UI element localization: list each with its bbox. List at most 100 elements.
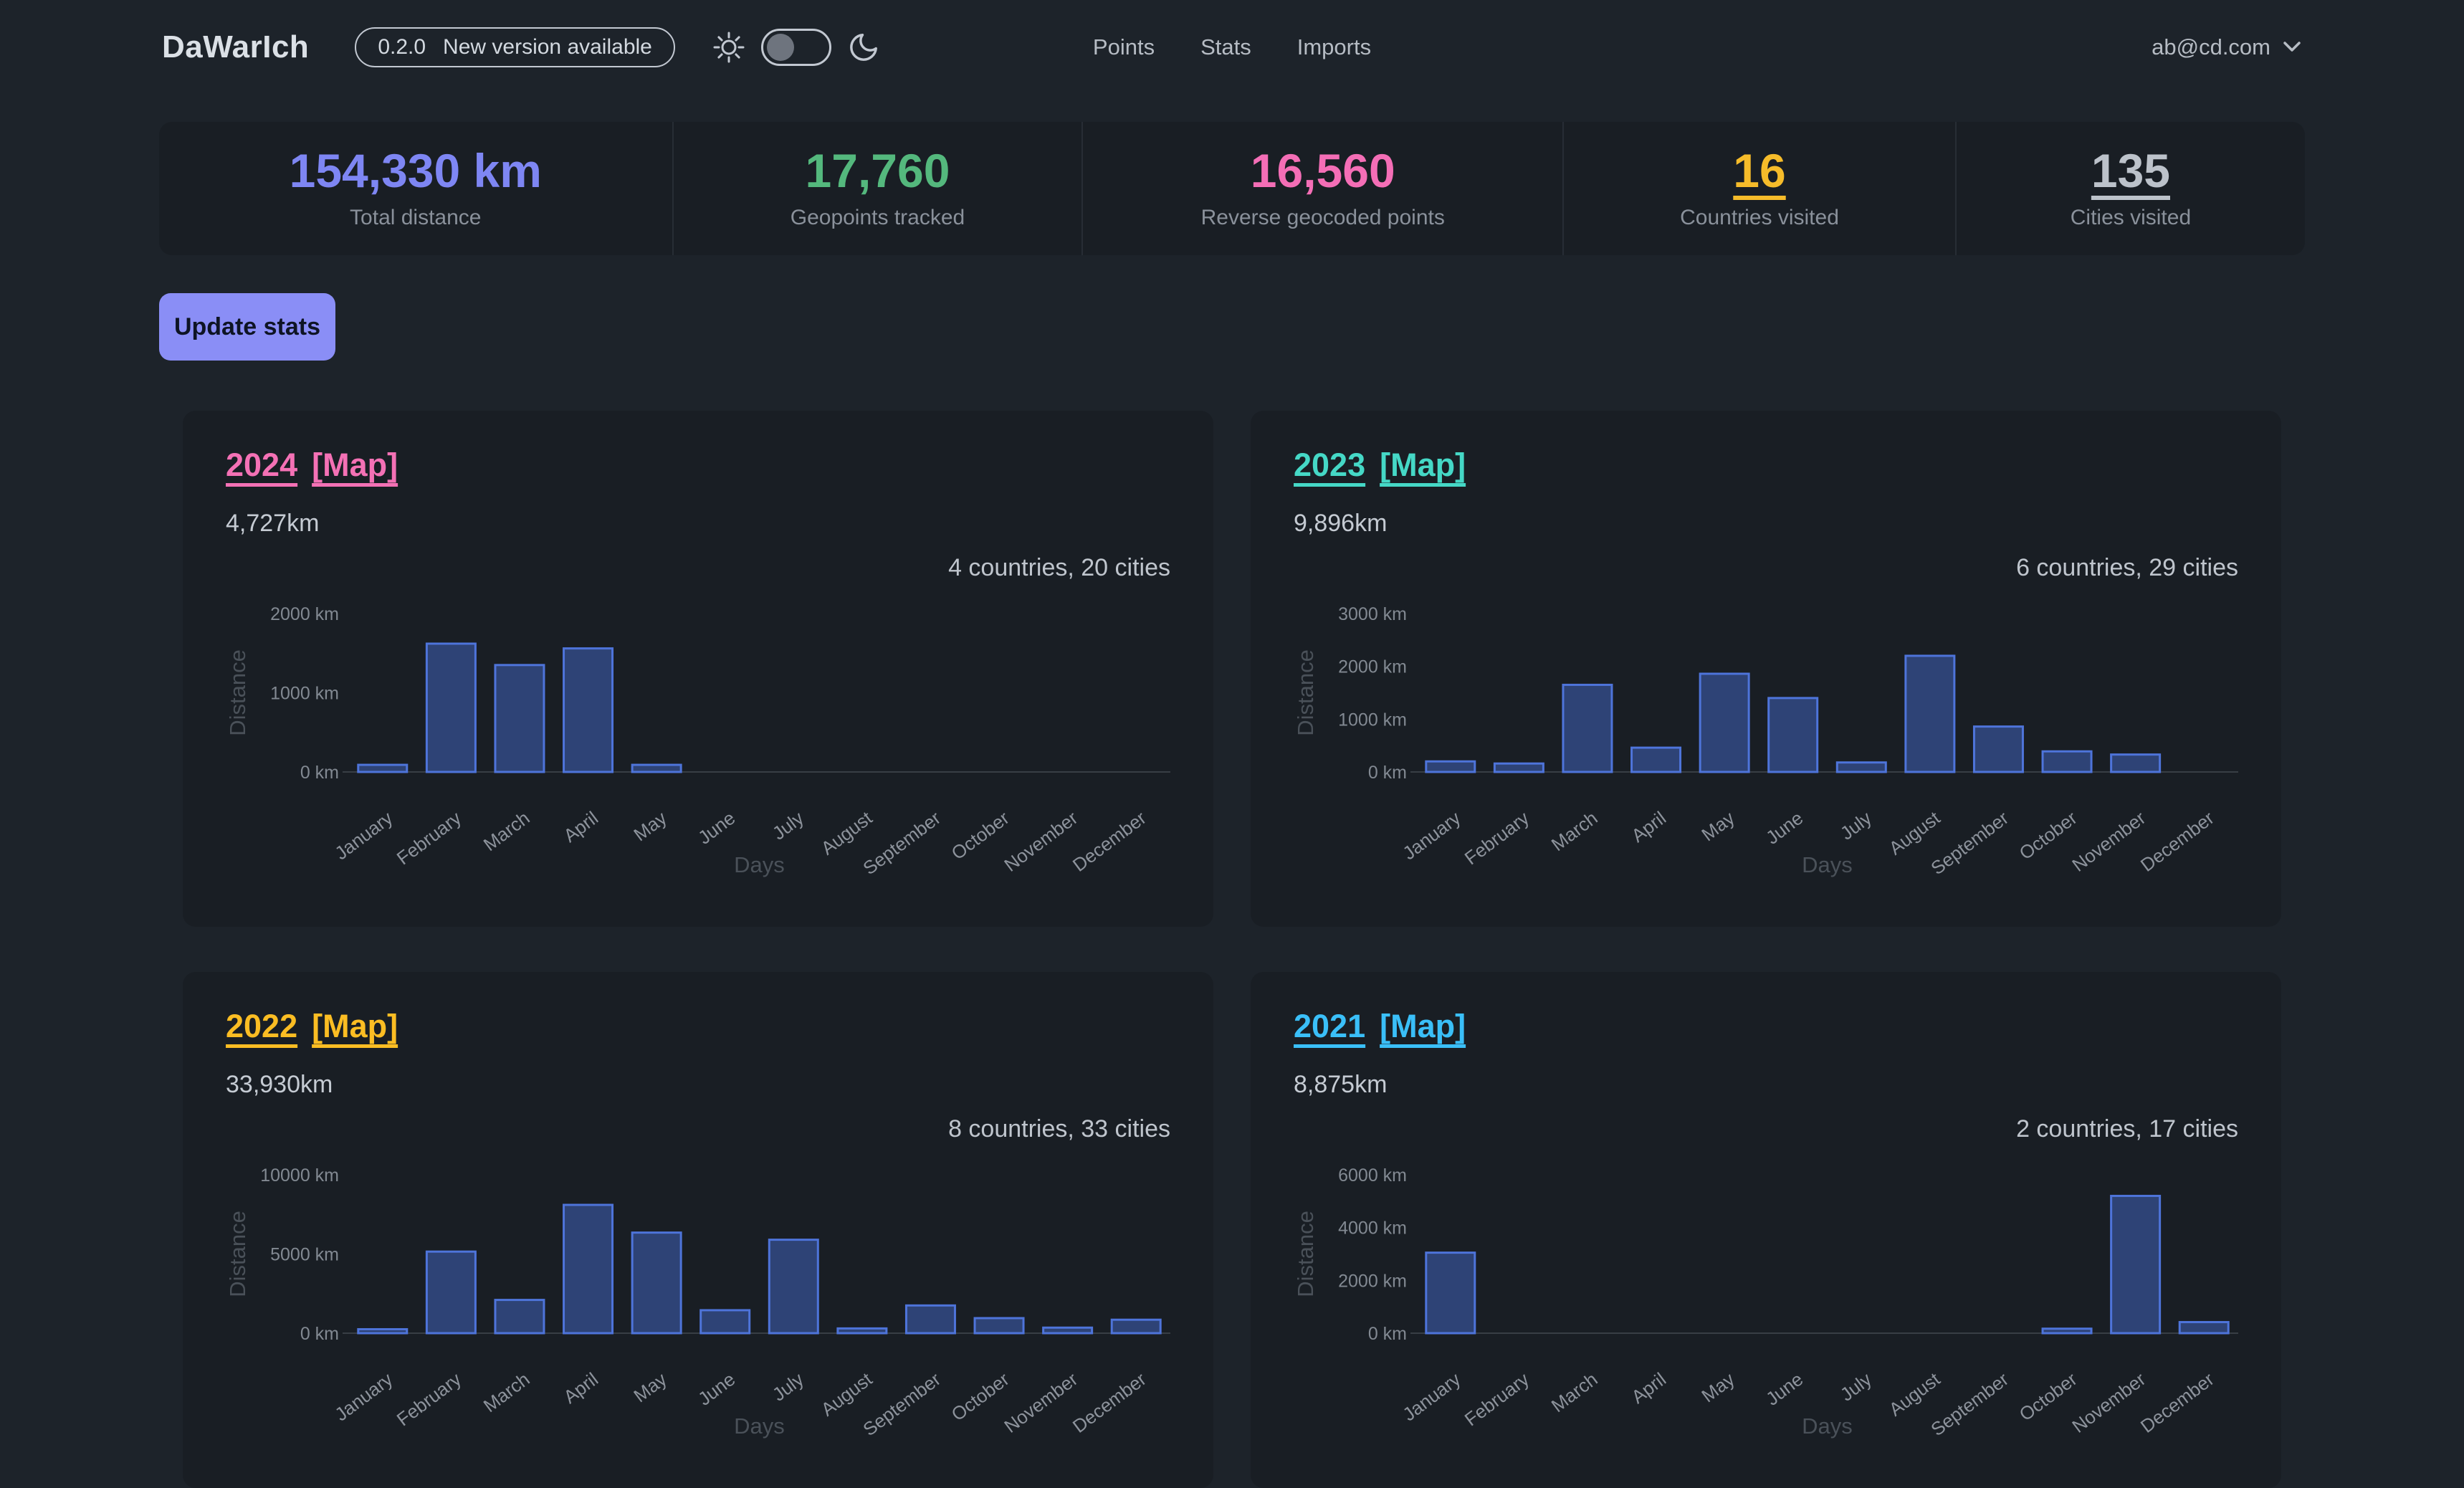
year-link[interactable]: 2022	[226, 1008, 297, 1045]
svg-text:August: August	[817, 806, 877, 859]
bar-june	[701, 1310, 750, 1333]
svg-text:September: September	[1926, 1368, 2012, 1441]
svg-text:Distance: Distance	[1294, 1211, 1318, 1297]
year-distance: 33,930km	[226, 1071, 333, 1099]
svg-text:0 km: 0 km	[300, 1324, 339, 1344]
stat-value: 154,330 km	[290, 147, 542, 194]
stat-total-distance: 154,330 km Total distance	[159, 122, 672, 255]
svg-text:August: August	[1885, 1368, 1944, 1420]
bar-june	[1769, 698, 1818, 772]
bar-february	[426, 1251, 475, 1333]
svg-text:May: May	[1697, 1368, 1738, 1407]
main-nav: Points Stats Imports	[1093, 34, 1371, 60]
bar-march	[495, 665, 544, 772]
svg-text:Days: Days	[1802, 1413, 1853, 1439]
svg-text:November: November	[1000, 1368, 1081, 1437]
bar-april	[1632, 748, 1681, 772]
year-summary: 6 countries, 29 cities	[2016, 554, 2238, 582]
bar-december	[1112, 1320, 1160, 1333]
svg-text:November: November	[2068, 807, 2149, 876]
chevron-down-icon	[2282, 40, 2302, 54]
svg-text:March: March	[1547, 1368, 1602, 1416]
svg-text:September: September	[859, 807, 945, 879]
svg-text:January: January	[330, 807, 396, 864]
nav-item-stats[interactable]: Stats	[1200, 34, 1251, 60]
nav-item-points[interactable]: Points	[1093, 34, 1155, 60]
svg-text:September: September	[859, 1368, 945, 1441]
stat-label: Reverse geocoded points	[1201, 206, 1445, 230]
theme-toggle[interactable]	[761, 29, 831, 66]
svg-text:June: June	[694, 1368, 739, 1410]
year-card-2023: 2023 [Map] 9,896km 6 countries, 29 citie…	[1251, 411, 2281, 927]
stat-geopoints-tracked: 17,760 Geopoints tracked	[672, 122, 1082, 255]
svg-text:0 km: 0 km	[1368, 1324, 1407, 1344]
svg-text:February: February	[1461, 807, 1533, 869]
year-link[interactable]: 2024	[226, 447, 297, 484]
monthly-distance-bar-chart: 0 km5000 km10000 kmDistanceJanuaryFebrua…	[226, 1144, 1170, 1465]
bar-october	[975, 1318, 1023, 1333]
year-map-link[interactable]: [Map]	[1380, 447, 1466, 484]
svg-text:3000 km: 3000 km	[1338, 604, 1407, 624]
year-distance: 8,875km	[1294, 1071, 1387, 1099]
theme-toggle-knob	[767, 34, 794, 61]
year-map-link[interactable]: [Map]	[312, 447, 398, 484]
svg-text:4000 km: 4000 km	[1338, 1218, 1407, 1239]
year-distance: 9,896km	[1294, 510, 1387, 538]
year-card-header: 2024 [Map]	[226, 447, 398, 484]
bar-february	[426, 644, 475, 772]
bar-may	[632, 765, 681, 772]
year-card-header: 2021 [Map]	[1294, 1008, 1466, 1045]
svg-text:January: January	[330, 1368, 396, 1426]
year-map-link[interactable]: [Map]	[1380, 1008, 1466, 1045]
svg-text:June: June	[1762, 1368, 1807, 1410]
bar-july	[1837, 763, 1886, 772]
svg-text:April: April	[560, 807, 603, 846]
year-card-2021: 2021 [Map] 8,875km 2 countries, 17 citie…	[1251, 972, 2281, 1488]
svg-text:September: September	[1926, 807, 2012, 879]
version-number: 0.2.0	[378, 35, 426, 59]
cities-visited-link[interactable]: 135	[2091, 147, 2170, 194]
theme-toggle-group	[712, 29, 880, 66]
year-link[interactable]: 2023	[1294, 447, 1365, 484]
bar-january	[1426, 1253, 1475, 1333]
svg-text:December: December	[2136, 1368, 2218, 1437]
year-summary: 2 countries, 17 cities	[2016, 1115, 2238, 1143]
bar-august	[838, 1328, 887, 1333]
year-summary: 8 countries, 33 cities	[948, 1115, 1170, 1143]
svg-text:Distance: Distance	[226, 649, 250, 736]
bar-september	[906, 1305, 955, 1333]
bar-february	[1494, 763, 1543, 772]
version-badge[interactable]: 0.2.0 New version available	[355, 27, 675, 67]
stat-countries-visited: 16 Countries visited	[1562, 122, 1955, 255]
year-map-link[interactable]: [Map]	[312, 1008, 398, 1045]
moon-icon	[847, 31, 880, 64]
bar-october	[2043, 1329, 2091, 1333]
sun-icon	[712, 31, 745, 64]
svg-text:November: November	[1000, 807, 1081, 876]
stat-label: Countries visited	[1680, 206, 1839, 230]
svg-text:March: March	[479, 1368, 534, 1416]
svg-text:February: February	[393, 1368, 465, 1431]
svg-text:June: June	[1762, 807, 1807, 849]
svg-text:April: April	[1628, 807, 1671, 846]
svg-text:1000 km: 1000 km	[1338, 710, 1407, 730]
svg-text:November: November	[2068, 1368, 2149, 1437]
bar-may	[1700, 674, 1749, 772]
stat-value: 17,760	[806, 147, 950, 194]
svg-text:10000 km: 10000 km	[260, 1165, 339, 1186]
user-menu[interactable]: ab@cd.com	[2152, 34, 2302, 60]
svg-text:December: December	[2136, 807, 2218, 876]
svg-text:2000 km: 2000 km	[270, 604, 339, 624]
stats-panel: 154,330 km Total distance 17,760 Geopoin…	[159, 122, 2305, 255]
svg-text:Days: Days	[1802, 852, 1853, 877]
svg-text:May: May	[629, 807, 670, 846]
nav-item-imports[interactable]: Imports	[1297, 34, 1371, 60]
bar-april	[564, 1205, 613, 1333]
svg-text:2000 km: 2000 km	[1338, 657, 1407, 677]
countries-visited-link[interactable]: 16	[1733, 147, 1785, 194]
bar-march	[495, 1300, 544, 1333]
year-link[interactable]: 2021	[1294, 1008, 1365, 1045]
bar-april	[564, 649, 613, 772]
svg-text:March: March	[479, 807, 534, 855]
update-stats-button[interactable]: Update stats	[159, 293, 335, 361]
